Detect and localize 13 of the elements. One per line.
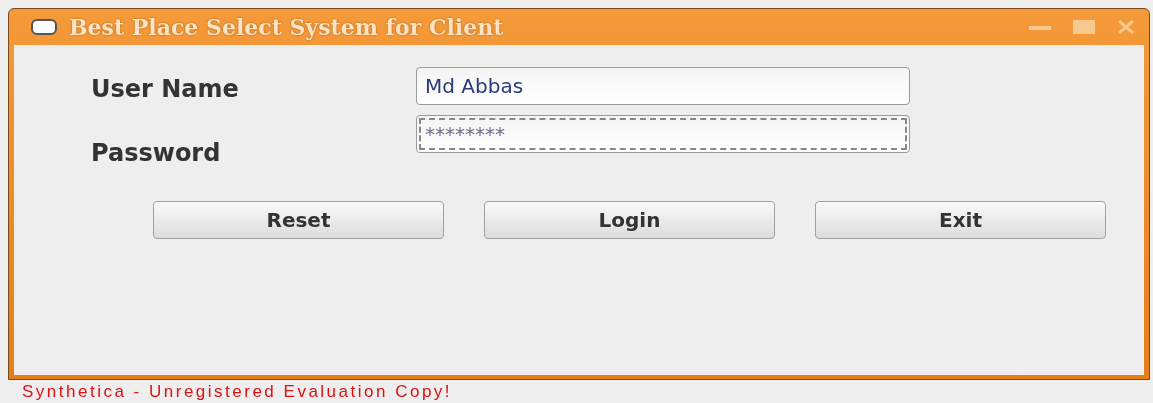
password-field[interactable]: ******** <box>416 115 910 153</box>
action-button[interactable]: Reset <box>153 201 444 239</box>
input-field[interactable]: Md Abbas <box>416 67 910 105</box>
status-text: Synthetica - Unregistered Evaluation Copy! <box>21 381 454 402</box>
field-label: Password <box>91 139 222 167</box>
close-icon[interactable] <box>1117 20 1135 34</box>
action-button[interactable]: Login <box>484 201 775 239</box>
minimize-icon[interactable] <box>1029 24 1051 30</box>
window-icon <box>31 19 57 35</box>
window-title: Best Place Select System for Client <box>69 14 505 40</box>
action-button[interactable]: Exit <box>815 201 1106 239</box>
maximize-icon[interactable] <box>1073 20 1095 34</box>
field-label: User Name <box>91 75 240 105</box>
